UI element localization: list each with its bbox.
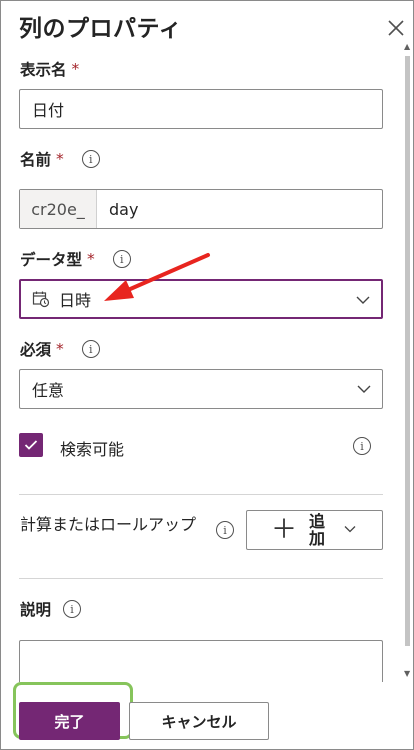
calculated-label: 計算またはロールアップ: [20, 515, 197, 534]
data-type-label-text: データ型: [20, 251, 83, 269]
scroll-down-icon[interactable]: ▼: [404, 669, 410, 678]
required-select[interactable]: 任意: [19, 369, 383, 409]
name-value: day: [109, 199, 139, 219]
scroll-up-icon[interactable]: ▲: [404, 42, 410, 51]
info-icon[interactable]: i: [63, 600, 82, 618]
data-type-value: 日時: [59, 291, 92, 310]
required-label-text: 必須: [20, 341, 52, 359]
searchable-label: 検索可能: [60, 440, 125, 459]
name-prefix: cr20e_: [20, 190, 97, 228]
required-marker: *: [87, 250, 95, 268]
required-marker: *: [56, 150, 64, 168]
scroll-thumb[interactable]: [405, 56, 410, 646]
display-name-label: 表示名 *: [20, 58, 79, 80]
description-label: 説明 i: [20, 598, 82, 620]
display-name-label-text: 表示名: [20, 61, 67, 79]
divider: [19, 494, 383, 495]
info-icon[interactable]: i: [81, 340, 100, 358]
add-button-label: 追加: [309, 512, 326, 548]
info-icon[interactable]: i: [353, 437, 371, 455]
panel-title: 列のプロパティ: [19, 16, 183, 42]
chevron-down-icon: [357, 385, 371, 393]
add-calculated-button[interactable]: ＋ 追加: [246, 510, 383, 550]
close-icon[interactable]: [385, 17, 407, 39]
searchable-checkbox[interactable]: [19, 433, 43, 457]
info-icon[interactable]: i: [112, 250, 131, 268]
name-label-text: 名前: [20, 151, 52, 169]
chevron-down-icon: [344, 526, 356, 533]
required-label: 必須 * i: [20, 338, 100, 360]
chevron-down-icon: [356, 296, 370, 304]
divider: [19, 578, 383, 579]
data-type-label: データ型 * i: [20, 248, 131, 270]
plus-icon: ＋: [271, 515, 298, 545]
scrollbar[interactable]: ▲ ▼: [403, 42, 412, 678]
done-button[interactable]: 完了: [19, 702, 120, 740]
required-marker: *: [56, 340, 64, 358]
required-marker: *: [71, 60, 80, 78]
info-icon[interactable]: i: [216, 521, 234, 539]
display-name-input[interactable]: 日付: [19, 89, 383, 129]
data-type-select[interactable]: 日時: [19, 279, 383, 319]
calendar-clock-icon: [32, 291, 50, 308]
cancel-button[interactable]: キャンセル: [129, 702, 269, 740]
name-label: 名前 * i: [20, 148, 100, 170]
checkmark-icon: [24, 440, 38, 450]
required-value: 任意: [32, 381, 65, 400]
info-icon[interactable]: i: [81, 150, 100, 168]
display-name-value: 日付: [32, 101, 65, 120]
name-input[interactable]: cr20e_ day: [19, 189, 383, 229]
description-label-text: 説明: [20, 601, 52, 619]
